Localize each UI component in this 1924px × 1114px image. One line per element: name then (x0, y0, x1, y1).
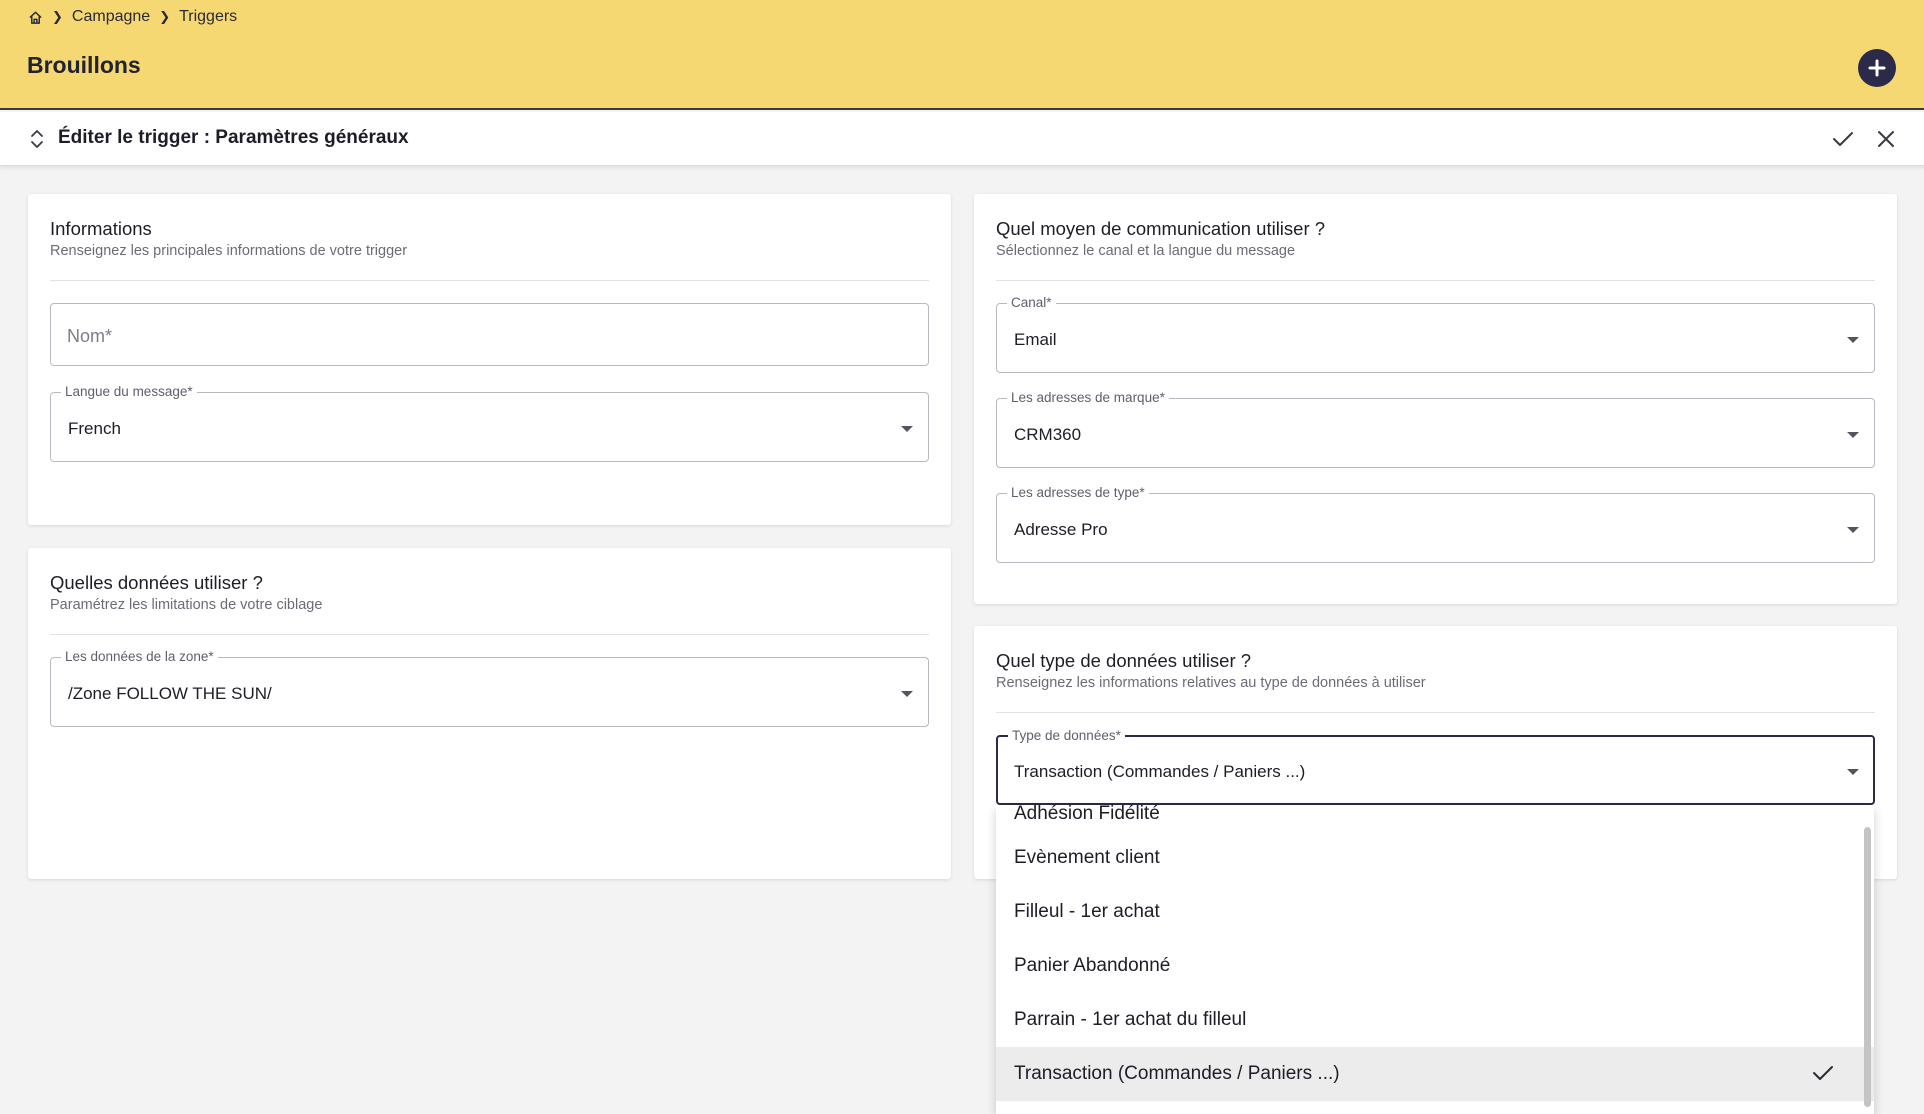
breadcrumb-triggers[interactable]: Triggers (179, 8, 237, 26)
caret-down-icon (1847, 527, 1859, 533)
card-subtitle: Renseignez les informations relatives au… (996, 675, 1426, 691)
breadcrumb-campagne[interactable]: Campagne (72, 8, 150, 26)
field-value: Adresse Pro (1014, 520, 1108, 539)
card-title: Informations (50, 218, 152, 239)
option-label: Filleul - 1er achat (1014, 901, 1160, 922)
field-label: Canal* (1007, 295, 1056, 310)
field-value: /Zone FOLLOW THE SUN/ (68, 684, 272, 703)
card-subtitle: Renseignez les principales informations … (50, 243, 408, 259)
option-label: Adhésion Fidélité (1014, 805, 1160, 824)
edit-trigger-bar: Éditer le trigger : Paramètres généraux (0, 112, 1924, 166)
field-label: Les données de la zone* (61, 649, 218, 664)
zone-select[interactable]: Les données de la zone* /Zone FOLLOW THE… (50, 649, 929, 727)
communication-card: Quel moyen de communication utiliser ? S… (974, 194, 1897, 604)
card-title: Quel moyen de communication utiliser ? (996, 218, 1326, 239)
card-subtitle: Sélectionnez le canal et la langue du me… (996, 243, 1296, 259)
field-value: CRM360 (1014, 425, 1082, 444)
dropdown-option[interactable]: Adhésion Fidélité (996, 805, 1874, 831)
caret-down-icon (901, 691, 913, 697)
dropdown-option[interactable]: Panier Abandonné (996, 939, 1874, 993)
adresses-type-select[interactable]: Les adresses de type* Adresse Pro (996, 485, 1875, 563)
page-header: ❯ Campagne ❯ Triggers Brouillons (0, 0, 1924, 110)
dropdown-option-selected[interactable]: Transaction (Commandes / Paniers ...) (996, 1047, 1874, 1101)
caret-down-icon (1847, 432, 1859, 438)
option-label: Evènement client (1014, 847, 1160, 868)
field-value: Email (1014, 330, 1057, 349)
dropdown-scrollbar[interactable] (1864, 827, 1871, 1107)
dropdown-option[interactable]: Evènement client (996, 831, 1874, 885)
edit-trigger-title: Éditer le trigger : Paramètres généraux (58, 127, 409, 148)
dropdown-option[interactable]: Parrain - 1er achat du filleul (996, 993, 1874, 1047)
field-value: French (68, 419, 121, 438)
type-donnees-select[interactable]: Type de données* Transaction (Commandes … (996, 728, 1875, 805)
dropdown-option[interactable]: Filleul - 1er achat (996, 885, 1874, 939)
option-label: Parrain - 1er achat du filleul (1014, 1009, 1247, 1030)
divider (996, 712, 1875, 713)
home-icon[interactable] (28, 10, 43, 25)
option-label: Panier Abandonné (1014, 955, 1171, 976)
field-label: Langue du message* (61, 384, 197, 399)
breadcrumb: ❯ Campagne ❯ Triggers (28, 8, 237, 26)
divider (50, 280, 929, 281)
chevron-right-icon: ❯ (52, 9, 63, 24)
add-button[interactable] (1858, 49, 1896, 87)
page-title: Brouillons (27, 52, 141, 78)
card-subtitle: Paramétrez les limitations de votre cibl… (50, 597, 323, 613)
nom-field[interactable]: Nom* (50, 303, 929, 366)
sort-icon[interactable] (30, 127, 44, 156)
caret-down-icon (1847, 337, 1859, 343)
field-label: Type de données* (1008, 728, 1125, 743)
option-label: Transaction (Commandes / Paniers ...) (1014, 1063, 1340, 1084)
check-icon (1812, 1063, 1834, 1089)
card-title: Quel type de données utiliser ? (996, 650, 1252, 671)
check-icon[interactable] (1832, 129, 1854, 154)
caret-down-icon (901, 426, 913, 432)
card-title: Quelles données utiliser ? (50, 572, 263, 593)
canal-select[interactable]: Canal* Email (996, 295, 1875, 373)
divider (50, 634, 929, 635)
field-label: Les adresses de type* (1007, 485, 1149, 500)
plus-icon (1868, 59, 1886, 77)
chevron-right-icon: ❯ (159, 9, 171, 24)
divider (996, 280, 1875, 281)
adresses-marque-select[interactable]: Les adresses de marque* CRM360 (996, 390, 1875, 468)
nom-placeholder: Nom* (67, 326, 113, 346)
informations-card: Informations Renseignez les principales … (28, 194, 951, 525)
type-donnees-dropdown: Adhésion Fidélité Evènement client Fille… (996, 805, 1874, 1114)
field-label: Les adresses de marque* (1007, 390, 1169, 405)
close-icon[interactable] (1876, 129, 1896, 154)
langue-select[interactable]: Langue du message* French (50, 384, 929, 462)
field-value: Transaction (Commandes / Paniers ...) (1014, 762, 1306, 781)
donnees-card: Quelles données utiliser ? Paramétrez le… (28, 548, 951, 879)
caret-down-icon (1847, 769, 1859, 775)
